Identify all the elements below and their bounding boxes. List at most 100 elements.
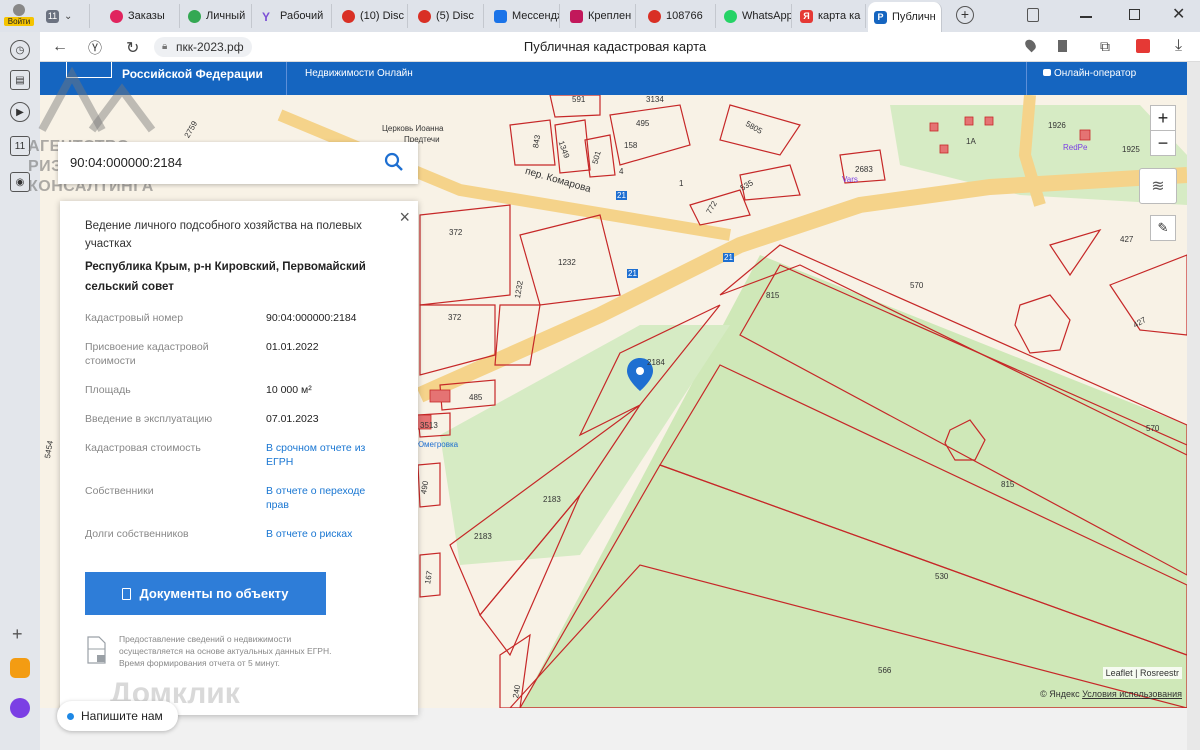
- page-scrollbar[interactable]: [1187, 62, 1200, 750]
- header-divider: [286, 62, 287, 95]
- land-use: Ведение личного подсобного хозяйства на …: [85, 220, 362, 250]
- map-label: 566: [878, 666, 892, 675]
- building: [429, 389, 451, 403]
- rights-transfer-link[interactable]: В отчете о переходе прав: [266, 484, 366, 512]
- tabs-overview-icon[interactable]: [1027, 8, 1039, 22]
- row-value: 07.01.2023: [266, 413, 319, 425]
- tab-discord-10[interactable]: (10) Disc: [336, 4, 408, 28]
- row-label: Собственники: [85, 485, 154, 497]
- cadastral-search[interactable]: 90:04:000000:2184: [58, 142, 418, 184]
- risks-report-link[interactable]: В отчете о рисках: [266, 527, 396, 541]
- browser-tab-strip: Войти 11 ⌄ Заказы Личный Y Рабочий (10) …: [0, 0, 1200, 32]
- parcel-info-card: × Ведение личного подсобного хозяйства н…: [60, 201, 418, 715]
- search-icon[interactable]: [384, 152, 404, 172]
- tab-discord-5[interactable]: (5) Disc: [412, 4, 484, 28]
- layers-icon: ≋: [1151, 178, 1165, 195]
- terms-link[interactable]: Условия использования: [1082, 689, 1182, 699]
- tab-label: Креплен: [588, 10, 632, 22]
- ruler-button[interactable]: ✎: [1150, 215, 1176, 241]
- parcel-495: [609, 104, 691, 166]
- tab-messenger[interactable]: Мессенджер: [488, 4, 560, 28]
- tab-favicon: P: [874, 10, 887, 24]
- new-tab-button[interactable]: +: [956, 6, 974, 24]
- map-label: 427: [1120, 235, 1134, 244]
- tab-label: (10) Disc: [360, 10, 405, 22]
- layers-button[interactable]: ≋: [1139, 168, 1177, 204]
- tab-favicon: [188, 9, 201, 23]
- chat-status-icon: [67, 712, 74, 720]
- tab-map[interactable]: Я карта ка: [794, 4, 866, 28]
- play-icon[interactable]: ▶: [10, 102, 30, 122]
- tab-public-map[interactable]: P Публичн ×: [868, 2, 942, 32]
- downloads-icon[interactable]: ⤓: [1175, 37, 1182, 55]
- map-label: 2183: [474, 532, 492, 541]
- map-label: 372: [448, 313, 462, 322]
- row-label: Присвоение кадастровой стоимости: [85, 341, 209, 367]
- add-icon[interactable]: +: [12, 624, 23, 645]
- tab-whatsapp[interactable]: WhatsApp: [718, 4, 792, 28]
- map-label: 815: [766, 291, 780, 300]
- parcel-427: [1049, 228, 1102, 277]
- gear-icon: [648, 9, 661, 23]
- tab-personal[interactable]: Личный: [182, 4, 252, 28]
- tab-label: карта ка: [818, 10, 861, 22]
- yandex-copyright: © Яндекс: [1040, 689, 1080, 699]
- chat-button[interactable]: Напишите нам: [57, 701, 178, 731]
- map-attribution[interactable]: Leaflet | Rosreestr: [1102, 667, 1182, 679]
- online-operator-link[interactable]: Онлайн-оператор: [1043, 68, 1136, 79]
- road-shield: 21: [616, 191, 627, 200]
- screenshot-icon[interactable]: ◉: [10, 172, 30, 192]
- login-label[interactable]: Войти: [4, 17, 34, 26]
- collections-icon[interactable]: ▤: [10, 70, 30, 90]
- close-tab-icon[interactable]: ×: [941, 10, 942, 25]
- zoom-out-button[interactable]: −: [1150, 130, 1176, 156]
- row-label: Площадь: [85, 384, 131, 396]
- map-label: 1: [679, 179, 684, 188]
- parcel-772: [689, 189, 751, 226]
- tabs-count-icon[interactable]: 11: [10, 136, 30, 156]
- parcel-372: [419, 204, 511, 306]
- tab-label: 108766: [666, 10, 703, 22]
- site-logo[interactable]: [66, 62, 112, 78]
- close-window-icon[interactable]: ✕: [1172, 4, 1185, 24]
- tab-fasteners[interactable]: Креплен: [564, 4, 636, 28]
- urgent-report-link[interactable]: В срочном отчете из ЕГРН: [266, 441, 371, 469]
- chat-icon: [1043, 69, 1051, 76]
- map-label: Юмегровка: [416, 440, 459, 449]
- zoom-in-button[interactable]: +: [1150, 105, 1176, 131]
- tab-108766[interactable]: 108766: [642, 4, 716, 28]
- sidebar-profile-button[interactable]: Войти: [4, 2, 34, 28]
- row-label: Введение в эксплуатацию: [85, 413, 213, 425]
- map-label: 3134: [646, 95, 664, 104]
- extensions-icon[interactable]: ⧉: [1100, 38, 1110, 55]
- tab-counter[interactable]: 11 ⌄: [40, 4, 90, 28]
- bookmark-icon[interactable]: [1058, 40, 1067, 52]
- history-icon[interactable]: ◷: [10, 40, 30, 60]
- tab-label: Рабочий: [280, 10, 324, 22]
- egrn-note: Предоставление сведений о недвижимости о…: [119, 634, 332, 668]
- tab-work[interactable]: Y Рабочий: [256, 4, 332, 28]
- yandex-attribution: © Яндекс Условия использования: [1040, 689, 1182, 699]
- gift-icon[interactable]: [1136, 39, 1150, 53]
- search-input[interactable]: 90:04:000000:2184: [70, 155, 182, 170]
- minimize-icon[interactable]: [1080, 16, 1092, 18]
- close-icon[interactable]: ×: [399, 207, 410, 228]
- tab-label: (5) Disc: [436, 10, 474, 22]
- map-label: 3513: [420, 421, 438, 430]
- tab-label: Мессенджер: [512, 10, 559, 22]
- maximize-icon[interactable]: [1129, 9, 1140, 20]
- alice-icon[interactable]: [10, 698, 30, 718]
- parcel-address: Республика Крым, р-н Кировский, Первомай…: [85, 261, 366, 293]
- mail-icon[interactable]: [10, 658, 30, 678]
- tab-orders[interactable]: Заказы: [104, 4, 180, 28]
- row-value: 90:04:000000:2184: [266, 312, 357, 324]
- building: [964, 116, 974, 126]
- tab-favicon: [418, 9, 431, 23]
- documents-button[interactable]: Документы по объекту: [85, 572, 326, 615]
- map-label: 570: [1146, 424, 1160, 433]
- chevron-down-icon: ⌄: [64, 10, 73, 22]
- map-label: 1925: [1122, 145, 1140, 154]
- tab-favicon: Y: [262, 9, 271, 24]
- secure-doc-icon: [87, 636, 106, 664]
- ruler-icon: ✎: [1157, 220, 1169, 235]
